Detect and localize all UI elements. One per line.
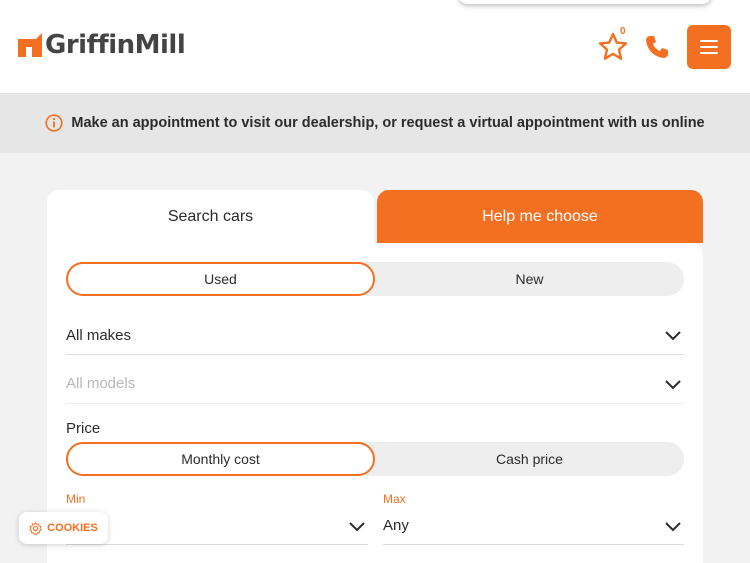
models-select[interactable]: All models <box>66 364 684 404</box>
cookies-button[interactable]: COOKIES <box>19 512 108 544</box>
min-price-select[interactable] <box>66 507 368 545</box>
info-icon <box>45 114 63 132</box>
price-type-toggle: Monthly cost Cash price <box>66 442 684 476</box>
favourites-count-badge: 0 <box>620 26 626 37</box>
logo-mark-icon <box>18 33 42 57</box>
max-price-label: Max <box>383 492 406 506</box>
site-header: GriffinMill 0 <box>0 0 750 93</box>
min-price-label: Min <box>66 492 86 506</box>
brand-logo[interactable]: GriffinMill <box>18 30 186 60</box>
chevron-down-icon <box>349 521 365 531</box>
max-price-select[interactable]: Any <box>383 507 684 545</box>
logo-text-griffin: Griffin <box>45 30 135 60</box>
price-cash-option[interactable]: Cash price <box>375 442 684 476</box>
gear-icon <box>29 521 42 535</box>
chevron-down-icon <box>665 521 681 531</box>
max-price-value: Any <box>383 517 409 534</box>
price-monthly-option[interactable]: Monthly cost <box>66 442 375 476</box>
chevron-down-icon <box>665 379 681 389</box>
menu-icon-bar <box>700 40 718 42</box>
menu-icon-bar <box>700 52 718 54</box>
models-select-value: All models <box>66 375 136 392</box>
price-label: Price <box>66 420 101 437</box>
phone-icon[interactable] <box>643 33 671 61</box>
dropdown-panel-edge <box>458 0 712 4</box>
tab-help-me-choose[interactable]: Help me choose <box>377 190 703 243</box>
makes-select[interactable]: All makes <box>66 316 684 355</box>
tab-search-cars[interactable]: Search cars <box>47 190 374 243</box>
cookies-label: COOKIES <box>47 522 98 534</box>
condition-toggle: Used New <box>66 262 684 296</box>
menu-icon-bar <box>700 46 718 48</box>
condition-used-option[interactable]: Used <box>66 262 375 296</box>
logo-text-mill: Mill <box>134 30 186 60</box>
makes-select-value: All makes <box>66 326 132 344</box>
chevron-down-icon <box>665 331 681 341</box>
banner-text: Make an appointment to visit our dealers… <box>71 115 705 131</box>
appointment-banner[interactable]: Make an appointment to visit our dealers… <box>0 93 750 153</box>
condition-new-option[interactable]: New <box>375 262 684 296</box>
menu-button[interactable] <box>687 25 731 69</box>
